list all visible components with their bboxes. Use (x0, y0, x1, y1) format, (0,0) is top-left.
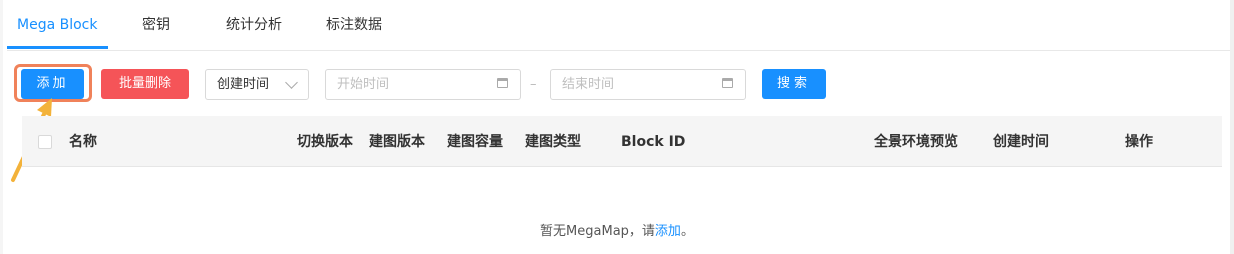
search-button[interactable]: 搜索 (762, 69, 826, 99)
empty-state-suffix: 。 (680, 224, 694, 239)
tab-mega-block[interactable]: Mega Block (17, 14, 97, 36)
empty-state-message: 暂无MegaMap，请添加。 (0, 220, 1234, 239)
calendar-icon (497, 78, 508, 88)
right-scroll-edge (1230, 0, 1234, 254)
empty-state-add-link[interactable]: 添加 (655, 224, 681, 239)
column-header-name: 名称 (69, 134, 97, 150)
column-header-map-capacity: 建图容量 (447, 134, 503, 150)
end-date-input[interactable]: 结束时间 (550, 69, 746, 100)
tab-bar: Mega Block 密钥 统计分析 标注数据 (7, 0, 1230, 51)
column-header-map-type: 建图类型 (525, 134, 581, 150)
start-date-input[interactable]: 开始时间 (325, 69, 521, 100)
tab-annotation-data[interactable]: 标注数据 (326, 14, 382, 36)
column-header-map-version: 建图版本 (369, 134, 425, 150)
column-header-actions: 操作 (1125, 134, 1153, 150)
select-all-checkbox[interactable] (38, 135, 52, 149)
tab-keys[interactable]: 密钥 (142, 14, 170, 36)
column-header-created-time: 创建时间 (993, 134, 1049, 150)
empty-state-prefix: 暂无MegaMap，请 (540, 224, 655, 239)
left-edge (0, 0, 3, 254)
end-date-placeholder: 结束时间 (562, 77, 615, 92)
calendar-icon (722, 78, 733, 88)
date-range-separator: – (530, 77, 537, 92)
column-header-panorama-preview: 全景环境预览 (874, 134, 958, 150)
chevron-down-icon (285, 76, 298, 89)
sort-field-select[interactable]: 创建时间 (205, 69, 309, 100)
column-header-block-id: Block ID (621, 134, 686, 150)
column-header-switch-version: 切换版本 (297, 134, 353, 150)
batch-delete-button[interactable]: 批量删除 (101, 69, 189, 99)
active-tab-indicator (7, 46, 108, 49)
tab-statistics[interactable]: 统计分析 (226, 14, 282, 36)
sort-field-value: 创建时间 (217, 77, 270, 92)
start-date-placeholder: 开始时间 (337, 77, 390, 92)
add-button[interactable]: 添加 (21, 69, 84, 99)
